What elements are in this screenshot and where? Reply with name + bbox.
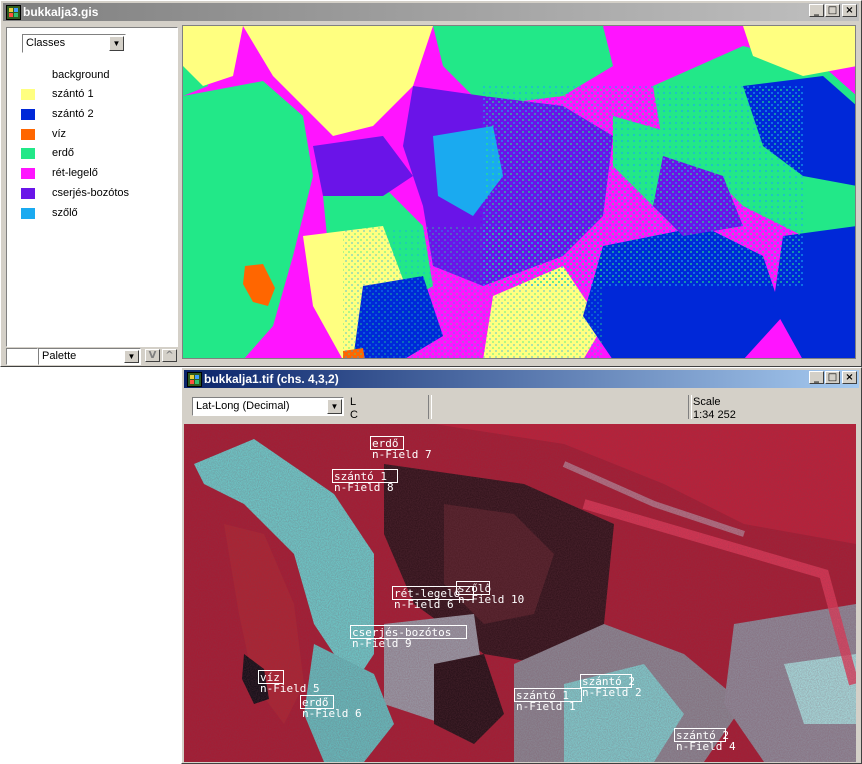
- field-label[interactable]: cserjés-bozótos n-Field 9: [350, 625, 467, 650]
- field-marker-box: [258, 670, 284, 684]
- legend-item[interactable]: szőlő: [21, 206, 171, 222]
- legend-swatch: [21, 168, 35, 179]
- palette-up-button[interactable]: ^: [162, 349, 177, 362]
- field-label[interactable]: víz n-Field 5: [258, 670, 320, 695]
- scale-label: Scale: [693, 396, 721, 408]
- legend-swatch: [21, 208, 35, 219]
- field-marker-box: [350, 625, 467, 639]
- coordinate-system-select[interactable]: Lat-Long (Decimal) ▼: [192, 397, 344, 416]
- palette-select[interactable]: Palette ▼: [38, 348, 141, 365]
- legend-label: erdő: [52, 147, 75, 159]
- field-name-label: n-Field 6: [394, 598, 454, 611]
- classified-map-window: bukkalja3.gis _ □ × Classes ▼ background sz…: [0, 0, 862, 367]
- field-name-label: n-Field 5: [260, 682, 320, 695]
- close-button[interactable]: ×: [842, 371, 857, 384]
- classified-map-view[interactable]: [182, 25, 856, 359]
- field-label[interactable]: szőlő n-Field 10: [456, 581, 525, 606]
- legend-label: cserjés-bozótos: [52, 187, 130, 199]
- title-bar[interactable]: bukkalja1.tif (chs. 4,3,2) _ □ ×: [184, 370, 859, 388]
- legend-panel: Classes ▼ background szántó 1 szántó 2 víz e…: [6, 27, 178, 347]
- field-name-label: n-Field 9: [352, 637, 412, 650]
- field-label[interactable]: szántó 1 n-Field 1: [514, 688, 582, 713]
- field-name-label: n-Field 4: [676, 740, 736, 753]
- legend-swatch: [21, 129, 35, 140]
- field-marker-box: [674, 728, 726, 742]
- satellite-image-view[interactable]: erdő n-Field 7 szántó 1 n-Field 8 rét-legelő…: [184, 424, 856, 762]
- legend-item[interactable]: background: [21, 68, 171, 84]
- field-name-label: n-Field 6: [302, 707, 362, 720]
- status-separator: [688, 395, 692, 419]
- legend-swatch: [21, 148, 35, 159]
- coordinate-system-value: Lat-Long (Decimal): [196, 400, 290, 412]
- legend-type-value: Classes: [26, 37, 66, 49]
- window-title: bukkalja3.gis: [23, 5, 99, 19]
- legend-label: rét-legelő: [52, 167, 98, 179]
- minimize-button[interactable]: _: [809, 371, 824, 384]
- status-separator: [428, 395, 432, 419]
- legend-item[interactable]: cserjés-bozótos: [21, 186, 171, 202]
- field-marker-box: [580, 674, 632, 688]
- classified-map-image: [183, 26, 855, 358]
- legend-item[interactable]: rét-legelő: [21, 166, 171, 182]
- field-name-label: n-Field 1: [516, 700, 576, 713]
- field-label[interactable]: rét-legelő n-Field 6: [392, 586, 474, 611]
- field-name-label: n-Field 2: [582, 686, 642, 699]
- field-marker-box: [514, 688, 582, 702]
- field-marker-box: [370, 436, 404, 450]
- field-marker-box: [456, 581, 490, 595]
- field-name-label: n-Field 8: [334, 481, 394, 494]
- palette-value: Palette: [42, 350, 77, 362]
- field-label[interactable]: szántó 1 n-Field 8: [332, 469, 398, 494]
- field-label[interactable]: szántó 2 n-Field 4: [674, 728, 736, 753]
- field-name-label: n-Field 10: [458, 593, 525, 606]
- palette-color-box: [6, 348, 38, 365]
- field-marker-box: [332, 469, 398, 483]
- legend-swatch: [21, 70, 35, 81]
- window-title: bukkalja1.tif (chs. 4,3,2): [204, 372, 339, 386]
- palette-down-button[interactable]: V: [145, 349, 160, 362]
- legend-type-select[interactable]: Classes ▼: [22, 34, 126, 53]
- field-marker-box: [300, 695, 334, 709]
- legend-label: szántó 2: [52, 108, 94, 120]
- legend-label: szántó 1: [52, 88, 94, 100]
- chevron-down-icon[interactable]: ▼: [124, 350, 139, 363]
- field-label[interactable]: erdő n-Field 7: [370, 436, 432, 461]
- chevron-down-icon[interactable]: ▼: [327, 399, 342, 414]
- legend-label: background: [52, 69, 110, 81]
- image-window: bukkalja1.tif (chs. 4,3,2) _ □ × Lat-Long …: [181, 367, 862, 764]
- close-button[interactable]: ×: [842, 4, 857, 17]
- legend-item[interactable]: szántó 2: [21, 107, 171, 123]
- legend-label: szőlő: [52, 207, 78, 219]
- legend-swatch: [21, 109, 35, 120]
- line-label: L: [350, 396, 357, 408]
- legend-item[interactable]: szántó 1: [21, 87, 171, 103]
- field-label[interactable]: erdő n-Field 6: [300, 695, 362, 720]
- title-bar[interactable]: bukkalja3.gis _ □ ×: [3, 3, 859, 21]
- legend-swatch: [21, 188, 35, 199]
- legend-item[interactable]: erdő: [21, 146, 171, 162]
- maximize-button[interactable]: □: [825, 371, 840, 384]
- minimize-button[interactable]: _: [809, 4, 824, 17]
- chevron-down-icon[interactable]: ▼: [109, 36, 124, 51]
- field-label[interactable]: szántó 2 n-Field 2: [580, 674, 642, 699]
- column-label: C: [350, 409, 358, 421]
- legend-swatch: [21, 89, 35, 100]
- field-name-label: n-Field 7: [372, 448, 432, 461]
- scale-value: 1:34 252: [693, 409, 736, 421]
- legend-label: víz: [52, 128, 67, 140]
- legend-item[interactable]: víz: [21, 127, 171, 143]
- gis-app-icon: [187, 372, 202, 387]
- gis-app-icon: [6, 5, 21, 20]
- maximize-button[interactable]: □: [825, 4, 840, 17]
